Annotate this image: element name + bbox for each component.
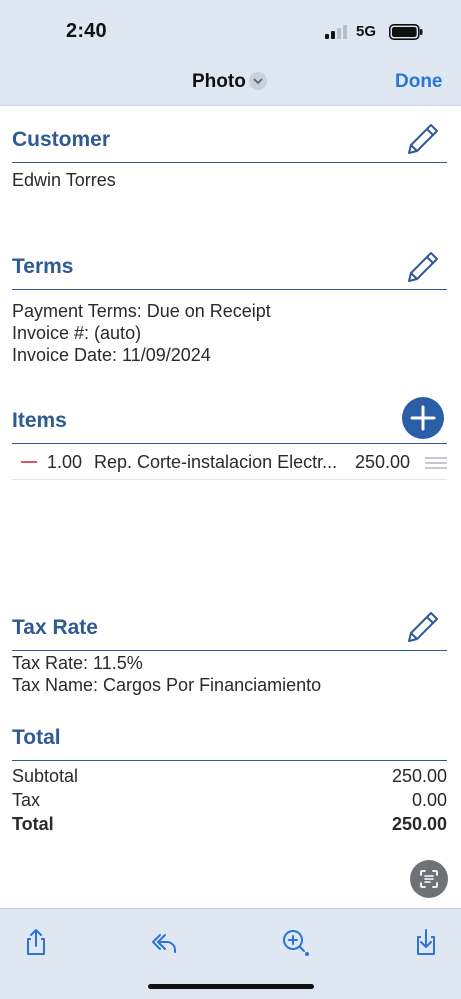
live-text-icon	[420, 870, 438, 888]
plus-icon	[410, 405, 436, 431]
live-text-button[interactable]	[410, 860, 448, 898]
nav-title[interactable]: Photo	[192, 71, 246, 93]
terms-divider	[12, 289, 447, 290]
item-quantity: 1.00	[47, 452, 83, 472]
subtotal-value: 250.00	[391, 766, 447, 786]
item-amount: 250.00	[355, 452, 411, 472]
tax-divider	[12, 650, 447, 651]
tax-section-title: Tax Rate	[12, 616, 98, 639]
customer-section-title: Customer	[12, 128, 111, 151]
invoice-date: Invoice Date: 11/09/2024	[12, 345, 211, 365]
item-description: Rep. Corte-instalacion Electr...	[94, 452, 338, 472]
done-button[interactable]: Done	[395, 71, 443, 93]
invoice-photo-screen: 2:40 5G Photo Done Customer Edwin Torres…	[0, 0, 461, 999]
subtotal-label: Subtotal	[12, 766, 79, 786]
customer-divider	[12, 162, 447, 163]
chevron-down-icon[interactable]	[249, 72, 267, 90]
battery-icon	[389, 24, 423, 40]
cellular-signal-icon	[325, 25, 351, 39]
total-divider	[12, 760, 447, 761]
total-value: 250.00	[391, 814, 447, 834]
status-time: 2:40	[66, 20, 107, 42]
items-divider	[12, 443, 447, 444]
home-indicator[interactable]	[148, 984, 314, 989]
network-type: 5G	[356, 23, 377, 40]
payment-terms: Payment Terms: Due on Receipt	[12, 301, 271, 321]
customer-name: Edwin Torres	[12, 170, 116, 190]
reorder-handle-icon[interactable]	[425, 457, 447, 469]
edit-terms-pencil-icon[interactable]	[405, 249, 441, 285]
invoice-number: Invoice #: (auto)	[12, 323, 142, 343]
edit-tax-pencil-icon[interactable]	[405, 609, 441, 645]
markup-zoom-icon[interactable]	[280, 927, 310, 957]
item-row[interactable]: 1.00 Rep. Corte-instalacion Electr... 25…	[12, 446, 447, 480]
total-label: Total	[12, 814, 54, 834]
share-icon[interactable]	[21, 927, 51, 957]
total-section-title: Total	[12, 726, 61, 749]
terms-section-title: Terms	[12, 255, 74, 278]
tax-rate: Tax Rate: 11.5%	[12, 653, 143, 673]
add-item-button[interactable]	[402, 397, 444, 439]
reply-icon[interactable]	[149, 927, 179, 957]
tax-name: Tax Name: Cargos Por Financiamiento	[12, 675, 322, 695]
remove-item-icon[interactable]	[21, 461, 37, 463]
save-download-icon[interactable]	[411, 927, 441, 957]
tax-value: 0.00	[411, 790, 447, 810]
items-section-title: Items	[12, 409, 67, 432]
tax-label: Tax	[12, 790, 41, 810]
top-header: 2:40 5G Photo Done	[0, 0, 461, 106]
edit-customer-pencil-icon[interactable]	[405, 121, 441, 157]
